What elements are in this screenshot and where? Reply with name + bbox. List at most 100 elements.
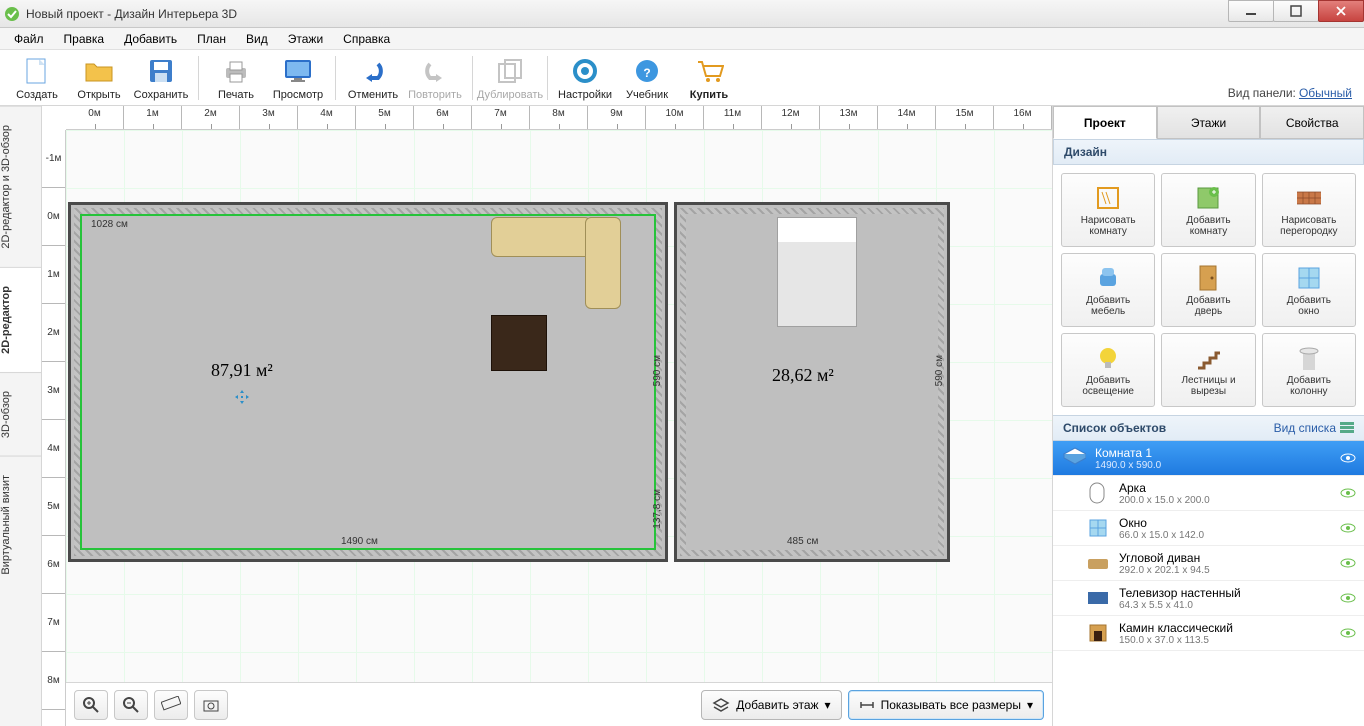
visibility-icon[interactable] [1340,625,1356,641]
object-item[interactable]: Телевизор настенный64.3 x 5.5 x 41.0 [1053,581,1364,616]
ruler-tick: 6м [42,536,65,594]
save-button[interactable]: Сохранить [130,55,192,101]
separator [472,56,473,100]
bed-object[interactable] [777,217,857,327]
canvas-2d[interactable]: 1028 см 396 см 590 см 137,8 см 1490 см 8… [66,130,1052,682]
design-card[interactable]: Нарисоватьперегородку [1262,173,1356,247]
room-1[interactable]: 1028 см 396 см 590 см 137,8 см 1490 см 8… [68,202,668,562]
object-item[interactable]: Угловой диван292.0 x 202.1 x 94.5 [1053,546,1364,581]
ruler-tick: 8м [42,652,65,710]
object-item[interactable]: Комната 11490.0 x 590.0 [1053,441,1364,476]
tab-properties[interactable]: Свойства [1260,106,1364,139]
menu-edit[interactable]: Правка [54,30,115,48]
room-2[interactable]: 195 см 590 см 485 см 28,62 м² [674,202,950,562]
measure-button[interactable] [154,690,188,720]
ruler-tick: 5м [356,106,414,129]
tv-object[interactable] [491,315,547,371]
visibility-icon[interactable] [1340,450,1356,466]
design-card[interactable]: Добавитьмебель [1061,253,1155,327]
dimensions-icon [859,698,875,712]
card-label: Нарисоватьперегородку [1280,215,1337,237]
tutorial-button[interactable]: ?Учебник [616,55,678,101]
app-icon [4,6,20,22]
separator [335,56,336,100]
design-card[interactable]: Добавитьосвещение [1061,333,1155,407]
preview-button[interactable]: Просмотр [267,55,329,101]
card-label: Добавитьмебель [1086,295,1130,317]
print-button[interactable]: Печать [205,55,267,101]
ruler-tick: 2м [42,304,65,362]
tab-project[interactable]: Проект [1053,106,1157,139]
snapshot-button[interactable] [194,690,228,720]
move-handle-icon[interactable] [235,390,249,404]
object-item[interactable]: Окно66.0 x 15.0 x 142.0 [1053,511,1364,546]
dropdown-icon: ▾ [825,698,831,712]
settings-button[interactable]: Настройки [554,55,616,101]
room-area: 28,62 м² [772,365,834,386]
visibility-icon[interactable] [1340,555,1356,571]
menu-floors[interactable]: Этажи [278,30,333,48]
open-button[interactable]: Открыть [68,55,130,101]
redo-button[interactable]: Повторить [404,55,466,101]
object-text: Телевизор настенный64.3 x 5.5 x 41.0 [1119,586,1332,611]
design-card[interactable]: Добавитькомнату [1161,173,1255,247]
ruler-tick: 4м [298,106,356,129]
ruler-tick: 3м [42,362,65,420]
object-item[interactable]: Арка200.0 x 15.0 x 200.0 [1053,476,1364,511]
ruler-tick: 0м [66,106,124,129]
object-icon [1085,550,1111,576]
object-icon [1061,445,1087,471]
tab-2d-3d[interactable]: 2D-редактор и 3D-обзор [0,106,41,267]
zoom-in-button[interactable] [74,690,108,720]
visibility-icon[interactable] [1340,590,1356,606]
design-card[interactable]: Лестницы ивырезы [1161,333,1255,407]
zoom-out-button[interactable] [114,690,148,720]
menu-add[interactable]: Добавить [114,30,187,48]
save-icon [148,58,174,84]
svg-text:?: ? [643,66,650,80]
list-icon [1340,422,1354,434]
card-label: Добавитьдверь [1186,295,1230,317]
design-card[interactable]: Добавитьдверь [1161,253,1255,327]
ruler-tick: 4м [42,420,65,478]
object-item[interactable]: Камин классический150.0 x 37.0 x 113.5 [1053,616,1364,651]
design-card[interactable]: Добавитьокно [1262,253,1356,327]
design-card[interactable]: Добавитьколонну [1262,333,1356,407]
panel-mode-link[interactable]: Обычный [1299,86,1352,100]
menu-file[interactable]: Файл [4,30,54,48]
menu-help[interactable]: Справка [333,30,400,48]
undo-button[interactable]: Отменить [342,55,404,101]
ruler-tick: 12м [762,106,820,129]
visibility-icon[interactable] [1340,520,1356,536]
card-label: Добавитьколонну [1287,375,1331,397]
show-dims-button[interactable]: Показывать все размеры▾ [848,690,1044,720]
design-tools-grid: НарисоватькомнатуДобавитькомнату Нарисова… [1053,165,1364,415]
menu-view[interactable]: Вид [236,30,278,48]
buy-button[interactable]: Купить [678,55,740,101]
tab-2d[interactable]: 2D-редактор [0,267,41,372]
sofa-object[interactable] [491,217,621,309]
objects-list: Комната 11490.0 x 590.0 Арка200.0 x 15.0 … [1053,441,1364,726]
create-button[interactable]: Создать [6,55,68,101]
object-text: Арка200.0 x 15.0 x 200.0 [1119,481,1332,506]
menu-plan[interactable]: План [187,30,236,48]
ruler-vertical: -1м0м1м2м3м4м5м6м7м8м [42,130,66,726]
tab-floors[interactable]: Этажи [1157,106,1261,139]
tab-3d[interactable]: 3D-обзор [0,372,41,456]
minimize-button[interactable] [1228,0,1274,22]
tab-virtual-visit[interactable]: Виртуальный визит [0,456,41,593]
maximize-button[interactable] [1273,0,1319,22]
card-icon [1094,183,1122,213]
visibility-icon[interactable] [1340,485,1356,501]
monitor-icon [283,58,313,84]
add-floor-button[interactable]: Добавить этаж▾ [701,690,841,720]
objects-header: Список объектов Вид списка [1053,415,1364,441]
object-text: Камин классический150.0 x 37.0 x 113.5 [1119,621,1332,646]
card-icon [1295,263,1323,293]
close-button[interactable] [1318,0,1364,22]
ruler-tick: -1м [42,130,65,188]
list-view-link[interactable]: Вид списка [1274,421,1354,435]
duplicate-button[interactable]: Дублировать [479,55,541,101]
design-card[interactable]: Нарисоватькомнату [1061,173,1155,247]
ruler-tick: 1м [42,246,65,304]
